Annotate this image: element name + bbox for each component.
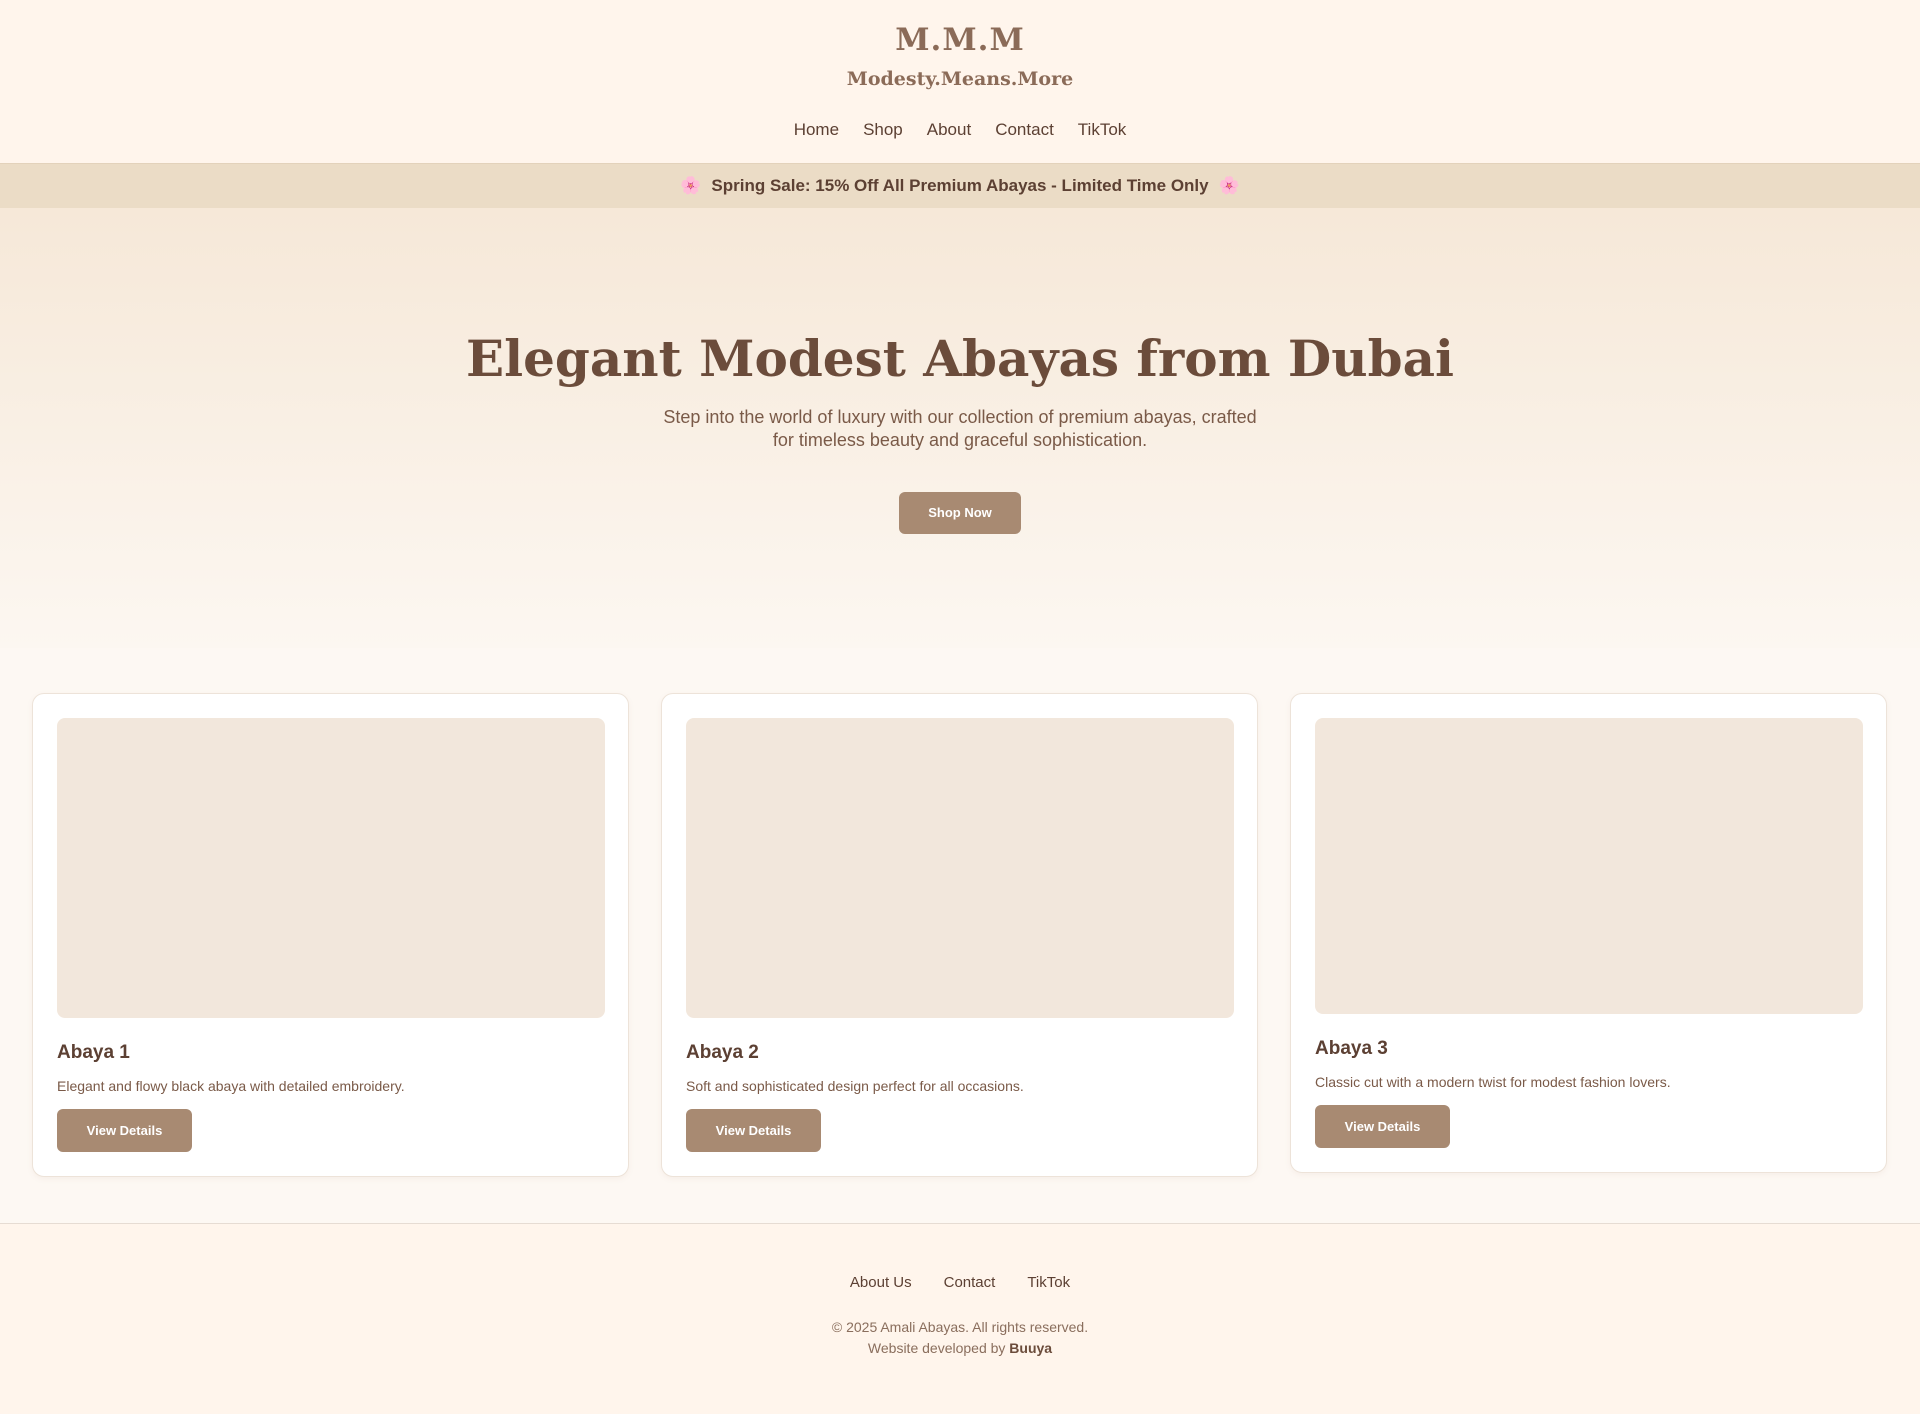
flower-icon: 🌸 bbox=[680, 176, 702, 195]
product-description: Elegant and flowy black abaya with detai… bbox=[57, 1078, 405, 1094]
product-image-placeholder[interactable] bbox=[1315, 718, 1863, 1014]
main-nav: Home Shop About Contact TikTok bbox=[0, 119, 1920, 141]
credit-prefix: Website developed by bbox=[867, 1340, 1006, 1356]
site-tagline: Modesty.Means.More bbox=[846, 68, 1074, 90]
product-card: Abaya 3 Classic cut with a modern twist … bbox=[1290, 693, 1887, 1173]
product-grid: Abaya 1 Elegant and flowy black abaya wi… bbox=[0, 648, 1920, 1223]
product-card: Abaya 2 Soft and sophisticated design pe… bbox=[661, 693, 1258, 1177]
product-card: Abaya 1 Elegant and flowy black abaya wi… bbox=[32, 693, 629, 1177]
site-footer: About Us Contact TikTok © 2025 Amali Aba… bbox=[0, 1223, 1920, 1414]
view-details-button[interactable]: View Details bbox=[57, 1109, 192, 1152]
nav-tiktok-link[interactable]: TikTok bbox=[1078, 119, 1127, 141]
shop-now-button[interactable]: Shop Now bbox=[899, 492, 1021, 534]
nav-about-link[interactable]: About bbox=[927, 119, 971, 141]
site-logo[interactable]: M.M.M bbox=[0, 20, 1920, 60]
product-name: Abaya 2 bbox=[686, 1042, 759, 1063]
footer-links: About Us Contact TikTok bbox=[0, 1273, 1920, 1293]
developer-name: Buuya bbox=[1009, 1340, 1053, 1356]
developer-credit: Website developed by Buuya bbox=[0, 1337, 1920, 1359]
hero-subtitle: Step into the world of luxury with our c… bbox=[663, 407, 1257, 450]
nav-contact-link[interactable]: Contact bbox=[995, 119, 1054, 141]
footer-contact-link[interactable]: Contact bbox=[944, 1273, 996, 1293]
copyright-text: © 2025 Amali Abayas. All rights reserved… bbox=[831, 1319, 1089, 1335]
sale-banner: 🌸 Spring Sale: 15% Off All Premium Abaya… bbox=[0, 163, 1920, 208]
hero-title: Elegant Modest Abayas from Dubai bbox=[466, 329, 1454, 388]
view-details-button[interactable]: View Details bbox=[686, 1109, 821, 1152]
footer-about-link[interactable]: About Us bbox=[850, 1273, 912, 1293]
product-image-placeholder[interactable] bbox=[686, 718, 1234, 1018]
footer-tiktok-link[interactable]: TikTok bbox=[1027, 1273, 1070, 1293]
product-name: Abaya 3 bbox=[1315, 1038, 1388, 1059]
hero-section: Elegant Modest Abayas from Dubai Step in… bbox=[0, 208, 1920, 648]
site-header: M.M.M Modesty.Means.More Home Shop About… bbox=[0, 0, 1920, 163]
product-description: Classic cut with a modern twist for mode… bbox=[1315, 1074, 1671, 1090]
sale-banner-text: Spring Sale: 15% Off All Premium Abayas … bbox=[711, 176, 1209, 195]
flower-icon: 🌸 bbox=[1218, 176, 1240, 195]
view-details-button[interactable]: View Details bbox=[1315, 1105, 1450, 1148]
product-name: Abaya 1 bbox=[57, 1042, 130, 1063]
nav-shop-link[interactable]: Shop bbox=[863, 119, 903, 141]
product-description: Soft and sophisticated design perfect fo… bbox=[686, 1078, 1024, 1094]
product-image-placeholder[interactable] bbox=[57, 718, 605, 1018]
nav-home-link[interactable]: Home bbox=[794, 119, 839, 141]
